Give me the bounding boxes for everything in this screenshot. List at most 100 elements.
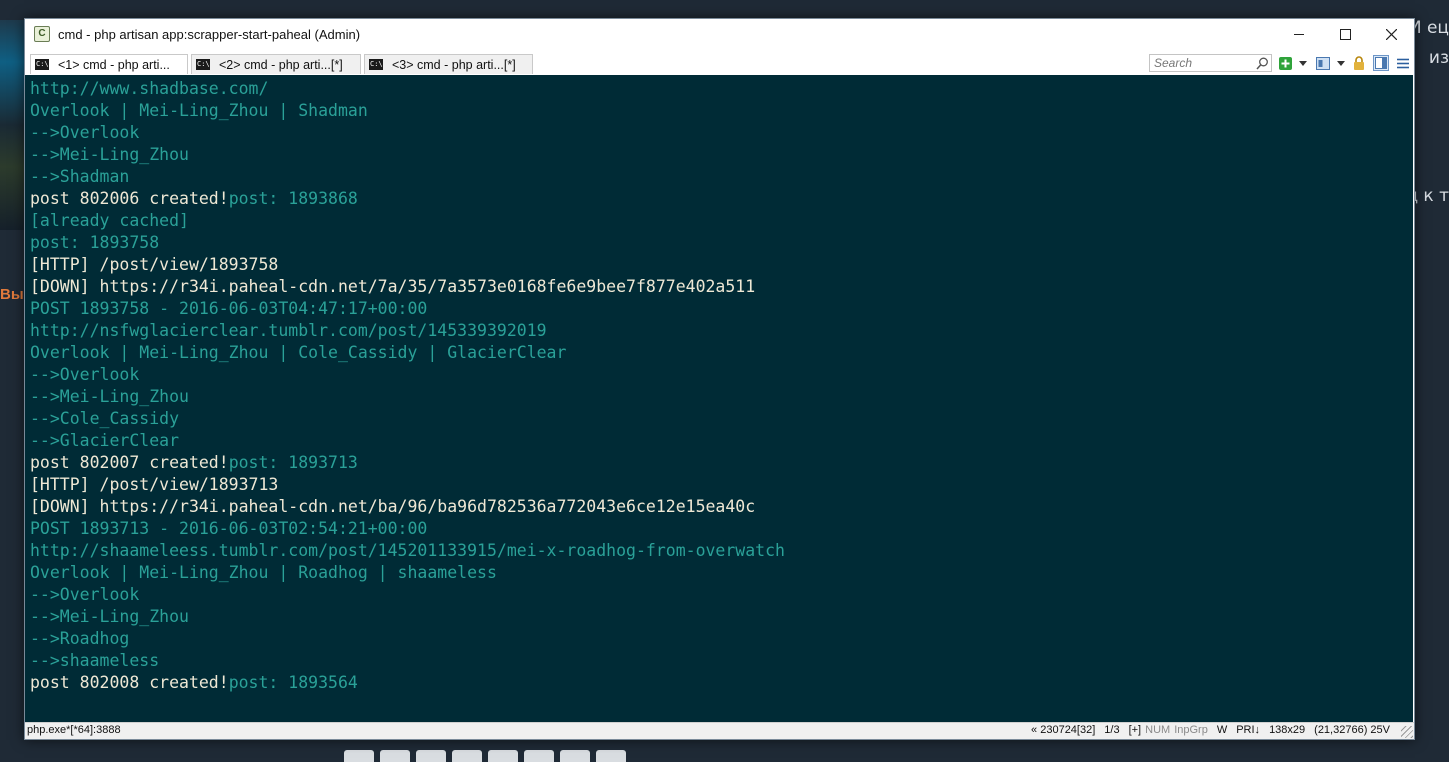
console-line: -->Mei-Ling_Zhou <box>30 144 189 166</box>
cmd-icon: C:\ <box>196 59 210 70</box>
console-line: post: 1893758 <box>30 232 159 254</box>
window-layout-icon[interactable] <box>1315 55 1331 71</box>
console-text: [HTTP] /post/view/1893758 <box>30 255 279 274</box>
console-line: http://shaameleess.tumblr.com/post/14520… <box>30 540 785 562</box>
console-line: post 802006 created!post: 1893868 <box>30 188 358 210</box>
console-line: POST 1893758 - 2016-06-03T04:47:17+00:00 <box>30 298 427 320</box>
conemu-icon[interactable]: C <box>34 26 50 42</box>
console-line: POST 1893713 - 2016-06-03T02:54:21+00:00 <box>30 518 427 540</box>
console-text: -->Overlook <box>30 365 140 384</box>
console-text: -->Overlook <box>30 123 140 142</box>
search-box[interactable] <box>1149 54 1272 72</box>
console-text: http://www.shadbase.com/ <box>30 79 269 98</box>
cmd-icon: C:\ <box>369 59 383 70</box>
console-text: Overlook | Mei-Ling_Zhou | Cole_Cassidy … <box>30 343 567 362</box>
console-line: [DOWN] https://r34i.paheal-cdn.net/7a/35… <box>30 276 755 298</box>
console-text: [HTTP] /post/view/1893713 <box>30 475 279 494</box>
minimize-button[interactable] <box>1276 19 1322 49</box>
status-priority[interactable]: PRI↓ <box>1236 724 1260 736</box>
tab-label: <2> cmd - php arti...[*] <box>219 57 343 72</box>
console-line: Overlook | Mei-Ling_Zhou | Cole_Cassidy … <box>30 342 566 364</box>
status-w[interactable]: W <box>1217 724 1227 736</box>
console-line: http://www.shadbase.com/ <box>30 78 268 100</box>
status-console-index[interactable]: 1/3 <box>1104 724 1119 736</box>
status-plus[interactable]: [+] <box>1129 724 1142 736</box>
console-text: Overlook | Mei-Ling_Zhou | Roadhog | sha… <box>30 563 497 582</box>
tab-bar: C:\ <1> cmd - php arti... C:\ <2> cmd - … <box>25 53 1414 75</box>
background-toolbar <box>344 750 626 762</box>
resize-grip[interactable] <box>1401 726 1413 738</box>
console-line: -->Roadhog <box>30 628 129 650</box>
console-line: -->GlacierClear <box>30 430 179 452</box>
status-num[interactable]: NUM <box>1145 724 1170 736</box>
layout-dropdown-icon[interactable] <box>1333 55 1349 71</box>
tab-label: <3> cmd - php arti...[*] <box>392 57 516 72</box>
tab-console-1[interactable]: C:\ <1> cmd - php arti... <box>30 54 188 74</box>
window-title: cmd - php artisan app:scrapper-start-pah… <box>58 26 361 42</box>
console-text: post 802008 created! <box>30 673 229 692</box>
cmd-icon: C:\ <box>35 59 49 70</box>
console-text: -->Cole_Cassidy <box>30 409 180 428</box>
console-line: [DOWN] https://r34i.paheal-cdn.net/ba/96… <box>30 496 755 518</box>
console-line: -->Overlook <box>30 584 139 606</box>
status-indicators: « 230724[32] 1/3 [+] NUM InpGrp W PRI↓ 1… <box>1031 724 1390 736</box>
background-thumbnail <box>0 20 26 230</box>
console-text: post: 1893713 <box>228 453 358 472</box>
split-view-icon[interactable] <box>1373 55 1389 71</box>
lock-icon[interactable] <box>1351 55 1367 71</box>
console-line: -->shaameless <box>30 650 159 672</box>
console-text: post 802007 created! <box>30 453 229 472</box>
status-cursor[interactable]: (21,32766) 25V <box>1314 724 1390 736</box>
console-text: post 802006 created! <box>30 189 229 208</box>
close-button[interactable] <box>1368 19 1414 49</box>
console-line: http://nsfwglacierclear.tumblr.com/post/… <box>30 320 547 342</box>
conemu-window: C cmd - php artisan app:scrapper-start-p… <box>24 18 1415 740</box>
console-text: POST 1893758 - 2016-06-03T04:47:17+00:00 <box>30 299 428 318</box>
new-console-icon[interactable] <box>1277 55 1293 71</box>
console-line: [HTTP] /post/view/1893758 <box>30 254 278 276</box>
console-line: [already cached] <box>30 210 189 232</box>
console-text: http://nsfwglacierclear.tumblr.com/post/… <box>30 321 547 340</box>
console-text: post: 1893868 <box>228 189 358 208</box>
console-text: [DOWN] https://r34i.paheal-cdn.net/ba/96… <box>30 497 756 516</box>
maximize-button[interactable] <box>1322 19 1368 49</box>
console-text: -->Mei-Ling_Zhou <box>30 607 189 626</box>
console-line: -->Shadman <box>30 166 129 188</box>
menu-icon[interactable] <box>1395 55 1411 71</box>
console-text: Overlook | Mei-Ling_Zhou | Shadman <box>30 101 368 120</box>
console-line: -->Mei-Ling_Zhou <box>30 606 189 628</box>
search-input[interactable] <box>1150 56 1254 70</box>
status-position[interactable]: « 230724[32] <box>1031 724 1095 736</box>
window-controls <box>1276 19 1414 49</box>
console-line: -->Cole_Cassidy <box>30 408 179 430</box>
console-text: -->GlacierClear <box>30 431 180 450</box>
console-text: -->Mei-Ling_Zhou <box>30 145 189 164</box>
console-line: Overlook | Mei-Ling_Zhou | Shadman <box>30 100 368 122</box>
title-bar[interactable]: C cmd - php artisan app:scrapper-start-p… <box>25 19 1414 49</box>
status-size[interactable]: 138x29 <box>1269 724 1305 736</box>
console-line: post 802008 created!post: 1893564 <box>30 672 358 694</box>
console-output[interactable]: http://www.shadbase.com/Overlook | Mei-L… <box>25 75 1413 722</box>
console-line: -->Overlook <box>30 122 139 144</box>
console-text: post: 1893564 <box>228 673 358 692</box>
console-line: post 802007 created!post: 1893713 <box>30 452 358 474</box>
console-text: [already cached] <box>30 211 189 230</box>
console-text: -->shaameless <box>30 651 160 670</box>
console-text: http://shaameleess.tumblr.com/post/14520… <box>30 541 785 560</box>
new-console-dropdown-icon[interactable] <box>1295 55 1311 71</box>
tab-label: <1> cmd - php arti... <box>58 57 170 72</box>
tab-console-3[interactable]: C:\ <3> cmd - php arti...[*] <box>364 54 533 74</box>
search-icon[interactable] <box>1256 57 1269 70</box>
status-bar: php.exe*[*64]:3888 « 230724[32] 1/3 [+] … <box>25 722 1414 739</box>
console-text: -->Roadhog <box>30 629 130 648</box>
console-line: Overlook | Mei-Ling_Zhou | Roadhog | sha… <box>30 562 497 584</box>
tab-console-2[interactable]: C:\ <2> cmd - php arti...[*] <box>191 54 361 74</box>
console-line: [HTTP] /post/view/1893713 <box>30 474 278 496</box>
background-text-right-2: из <box>1428 48 1449 68</box>
status-process[interactable]: php.exe*[*64]:3888 <box>27 724 121 736</box>
status-inpgrp[interactable]: InpGrp <box>1174 724 1208 736</box>
console-text: -->Shadman <box>30 167 130 186</box>
console-line: -->Mei-Ling_Zhou <box>30 386 189 408</box>
console-text: [DOWN] https://r34i.paheal-cdn.net/7a/35… <box>30 277 756 296</box>
console-text: -->Overlook <box>30 585 140 604</box>
